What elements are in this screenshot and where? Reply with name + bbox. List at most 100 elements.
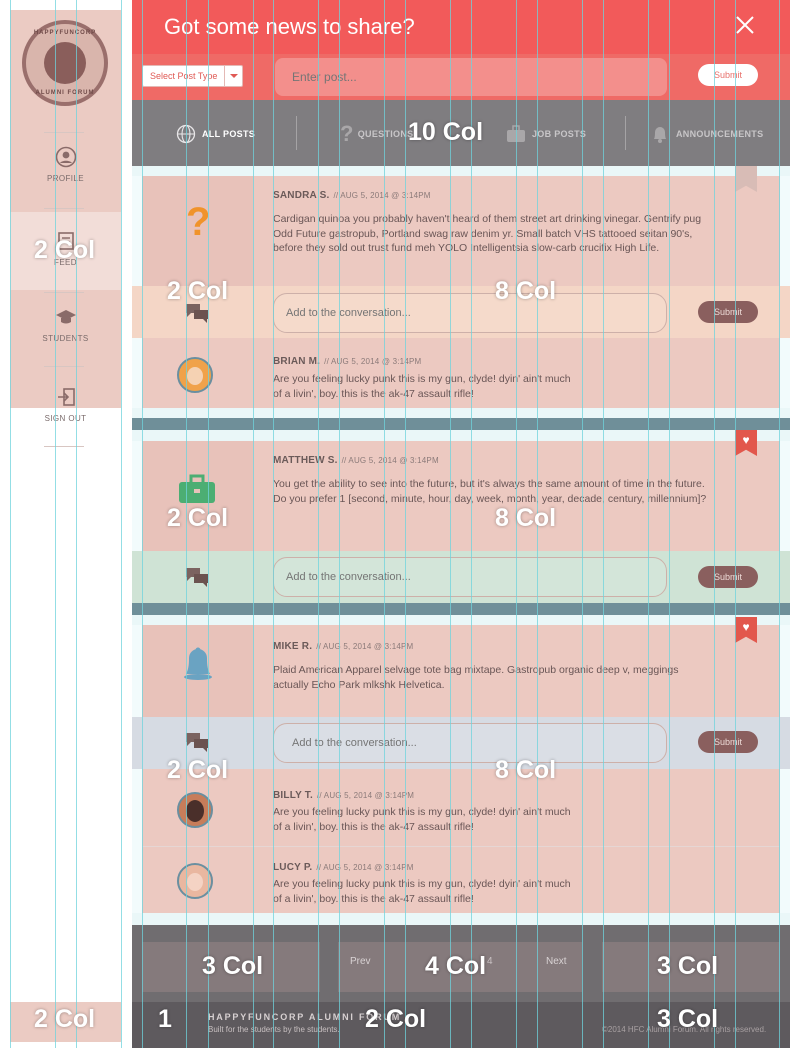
close-icon[interactable] [734,14,756,36]
avatar[interactable] [177,792,213,828]
post-body: Cardigan quinoa you probably haven't hea… [273,213,702,254]
logo-top-text: HAPPYFUNCORP [33,30,97,36]
col-label-2: 2 Col [167,277,229,305]
sidebar-item-label: PROFILE [46,174,85,183]
comment-body: Are you feeling lucky punk this is my gu… [273,877,571,906]
author-name: BRIAN M. [273,356,321,367]
composer-title: Got some news to share? [164,14,415,39]
col-label-3: 3 Col [202,952,264,980]
feed-separator [132,603,790,615]
post-type-value: Select Post Type [150,71,218,81]
feed-gap [132,408,790,418]
post-timestamp: // AUG 5, 2014 @ 3:14PM [333,191,431,200]
prev-page-link[interactable]: Prev [350,956,371,967]
comment-line: of a livin', boy. this is the ak-47 assa… [273,820,474,833]
sidebar-item-students[interactable]: STUDENTS [10,306,121,343]
col-label-8: 8 Col [495,756,557,784]
post-author: SANDRA S.// AUG 5, 2014 @ 3:14PM [273,190,431,201]
col-label-3: 3 Col [657,1005,719,1033]
feed-gap [132,615,790,625]
reply-input[interactable] [273,293,667,333]
comment-line: of a livin', boy. this is the ak-47 assa… [273,387,474,400]
post-author: MATTHEW S.// AUG 5, 2014 @ 3:14PM [273,455,439,466]
feed-gap [132,913,790,925]
author-name: LUCY P. [273,862,313,873]
reply-submit-button[interactable]: Submit [698,731,758,753]
sidebar-item-label: SIGN OUT [44,414,87,423]
comment-line: Are you feeling lucky punk this is my gu… [273,373,571,385]
post-type-select[interactable]: Select Post Type [142,65,243,87]
comment-timestamp: // AUG 5, 2014 @ 3:14PM [316,791,415,800]
col-label-1: 1 [158,1005,172,1033]
comment-author: LUCY P.// AUG 5, 2014 @ 3:14PM [273,862,414,873]
tab-label: JOB POSTS [532,129,587,139]
tab-label: QUESTIONS [357,129,414,139]
graduation-cap-icon [55,310,76,324]
logo-bottom-text: ALUMNI FORUM [35,90,95,96]
bell-icon [184,647,212,680]
comment-line: Are you feeling lucky punk this is my gu… [273,806,571,818]
post-submit-button[interactable]: Submit [698,64,758,86]
author-name: MATTHEW S. [273,455,338,466]
col-label-3: 3 Col [657,952,719,980]
comment-divider [142,846,780,847]
briefcase-icon [507,125,525,142]
logo[interactable]: HAPPYFUNCORP ALUMNI FORUM [22,20,108,106]
avatar[interactable] [177,357,213,393]
col-label-2: 2 Col [167,756,229,784]
question-mark-icon: ? [186,200,211,244]
author-name: MIKE R. [273,641,313,652]
reply-submit-button[interactable]: Submit [698,301,758,323]
feed-separator [132,418,790,430]
author-name: SANDRA S. [273,190,330,201]
post-body: Plaid American Apparel selvage tote bag … [273,664,679,691]
reply-input[interactable] [273,557,667,597]
briefcase-icon [179,474,215,503]
col-label-4: 4 Col [425,952,487,980]
col-label-2: 2 Col [167,504,229,532]
footer-subtitle: Built for the students by the students. [208,1025,340,1034]
sidebar-item-sign-out[interactable]: SIGN OUT [10,386,121,423]
col-label-2: 2 Col [34,1005,96,1033]
tab-announcements[interactable]: ANNOUNCEMENTS [650,122,763,146]
comment-body: Are you feeling lucky punk this is my gu… [273,372,571,401]
nav-divider [44,208,84,209]
post-body: You get the ability to see into the futu… [273,478,707,505]
reply-submit-button[interactable]: Submit [698,566,758,588]
tab-job-posts[interactable]: JOB POSTS [506,122,586,146]
comment-line: of a livin', boy. this is the ak-47 assa… [273,892,474,905]
comment-timestamp: // AUG 5, 2014 @ 3:14PM [316,863,414,872]
avatar[interactable] [177,863,213,899]
nav-divider [44,446,84,447]
reply-input[interactable] [273,723,667,763]
feed-gap [132,430,790,441]
nav-divider [44,132,84,133]
post-author: MIKE R.// AUG 5, 2014 @ 3:14PM [273,641,413,652]
nav-divider [44,292,84,293]
sidebar-item-label: STUDENTS [42,334,89,343]
post-timestamp: // AUG 5, 2014 @ 3:14PM [316,642,414,651]
chat-bubbles-icon [186,568,208,587]
current-page-number[interactable]: 4 [487,956,493,967]
comment-author: BILLY T.// AUG 5, 2014 @ 3:14PM [273,790,414,801]
col-label-10: 10 Col [408,118,484,146]
globe-logo-icon [44,42,86,84]
tab-divider [625,116,626,150]
tab-all-posts[interactable]: ALL POSTS [176,122,255,146]
tab-label: ANNOUNCEMENTS [676,129,764,139]
tab-divider [296,116,297,150]
author-name: BILLY T. [273,790,313,801]
col-label-2: 2 Col [365,1005,427,1033]
col-label-2: 2 Col [34,236,96,264]
next-page-link[interactable]: Next [546,956,567,967]
sign-out-icon [57,388,75,406]
tab-label: ALL POSTS [202,129,256,139]
sidebar-item-profile[interactable]: PROFILE [10,146,121,183]
col-label-8: 8 Col [495,504,557,532]
chevron-down-icon[interactable] [224,66,242,86]
col-label-8: 8 Col [495,277,557,305]
post-input[interactable] [275,58,667,96]
post-timestamp: // AUG 5, 2014 @ 3:14PM [341,456,439,465]
comment-timestamp: // AUG 5, 2014 @ 3:14PM [324,357,422,366]
tab-questions[interactable]: ? QUESTIONS [340,121,414,146]
